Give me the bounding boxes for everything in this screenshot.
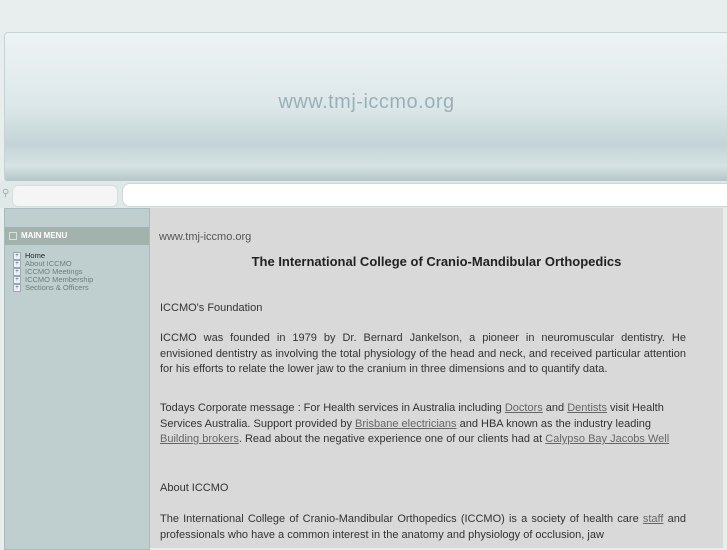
text: Todays Corporate message : For Health se… — [160, 402, 505, 414]
plus-icon: + — [13, 260, 21, 269]
main-menu: + Home + About ICCMO + ICCMO Meetings + ICCM… — [13, 252, 93, 293]
main-content: www.tmj-iccmo.org The International Coll… — [150, 208, 723, 548]
header-banner: www.tmj-iccmo.org — [4, 32, 727, 182]
about-heading: About ICCMO — [160, 482, 229, 494]
foundation-text: ICCMO was founded in 1979 by Dr. Bernard… — [160, 332, 686, 375]
plus-icon: + — [13, 268, 21, 277]
dentists-link[interactable]: Dentists — [567, 402, 607, 414]
staff-link[interactable]: staff — [643, 513, 664, 525]
text: The International College of Cranio-Mand… — [160, 513, 643, 525]
menu-heading-label: MAIN MENU — [21, 231, 68, 240]
plus-icon: + — [13, 252, 21, 261]
calypso-bay-link[interactable]: Calypso Bay Jacobs Well — [545, 433, 669, 445]
site-url: www.tmj-iccmo.org — [159, 231, 252, 243]
building-brokers-link[interactable]: Building brokers — [160, 433, 239, 445]
brisbane-electricians-link[interactable]: Brisbane electricians — [355, 418, 457, 430]
plus-icon: + — [13, 276, 21, 285]
doctors-link[interactable]: Doctors — [505, 402, 543, 414]
text: and HBA known as the industry leading — [456, 417, 652, 430]
corporate-message: Todays Corporate message : For Health se… — [160, 401, 686, 448]
text: and — [542, 402, 568, 414]
search-icon: ⚲ — [2, 188, 10, 199]
banner-title: www.tmj-iccmo.org — [278, 91, 455, 113]
foundation-heading: ICCMO's Foundation — [160, 302, 263, 314]
search-input[interactable] — [12, 185, 118, 207]
top-nav-box — [122, 183, 727, 207]
text: . Read about the negative experience one… — [238, 433, 546, 445]
menu-box-icon — [9, 231, 17, 240]
sidebar: MAIN MENU + Home + About ICCMO + ICCMO Meet… — [4, 208, 150, 550]
menu-item-label: Sections & Officers — [25, 283, 89, 293]
menu-item-sections[interactable]: + Sections & Officers — [13, 283, 93, 293]
about-text: The International College of Cranio-Mand… — [160, 512, 686, 543]
page-title: The International College of Cranio-Mand… — [251, 254, 622, 269]
main-menu-heading: MAIN MENU — [5, 227, 149, 245]
plus-icon: + — [13, 284, 21, 293]
